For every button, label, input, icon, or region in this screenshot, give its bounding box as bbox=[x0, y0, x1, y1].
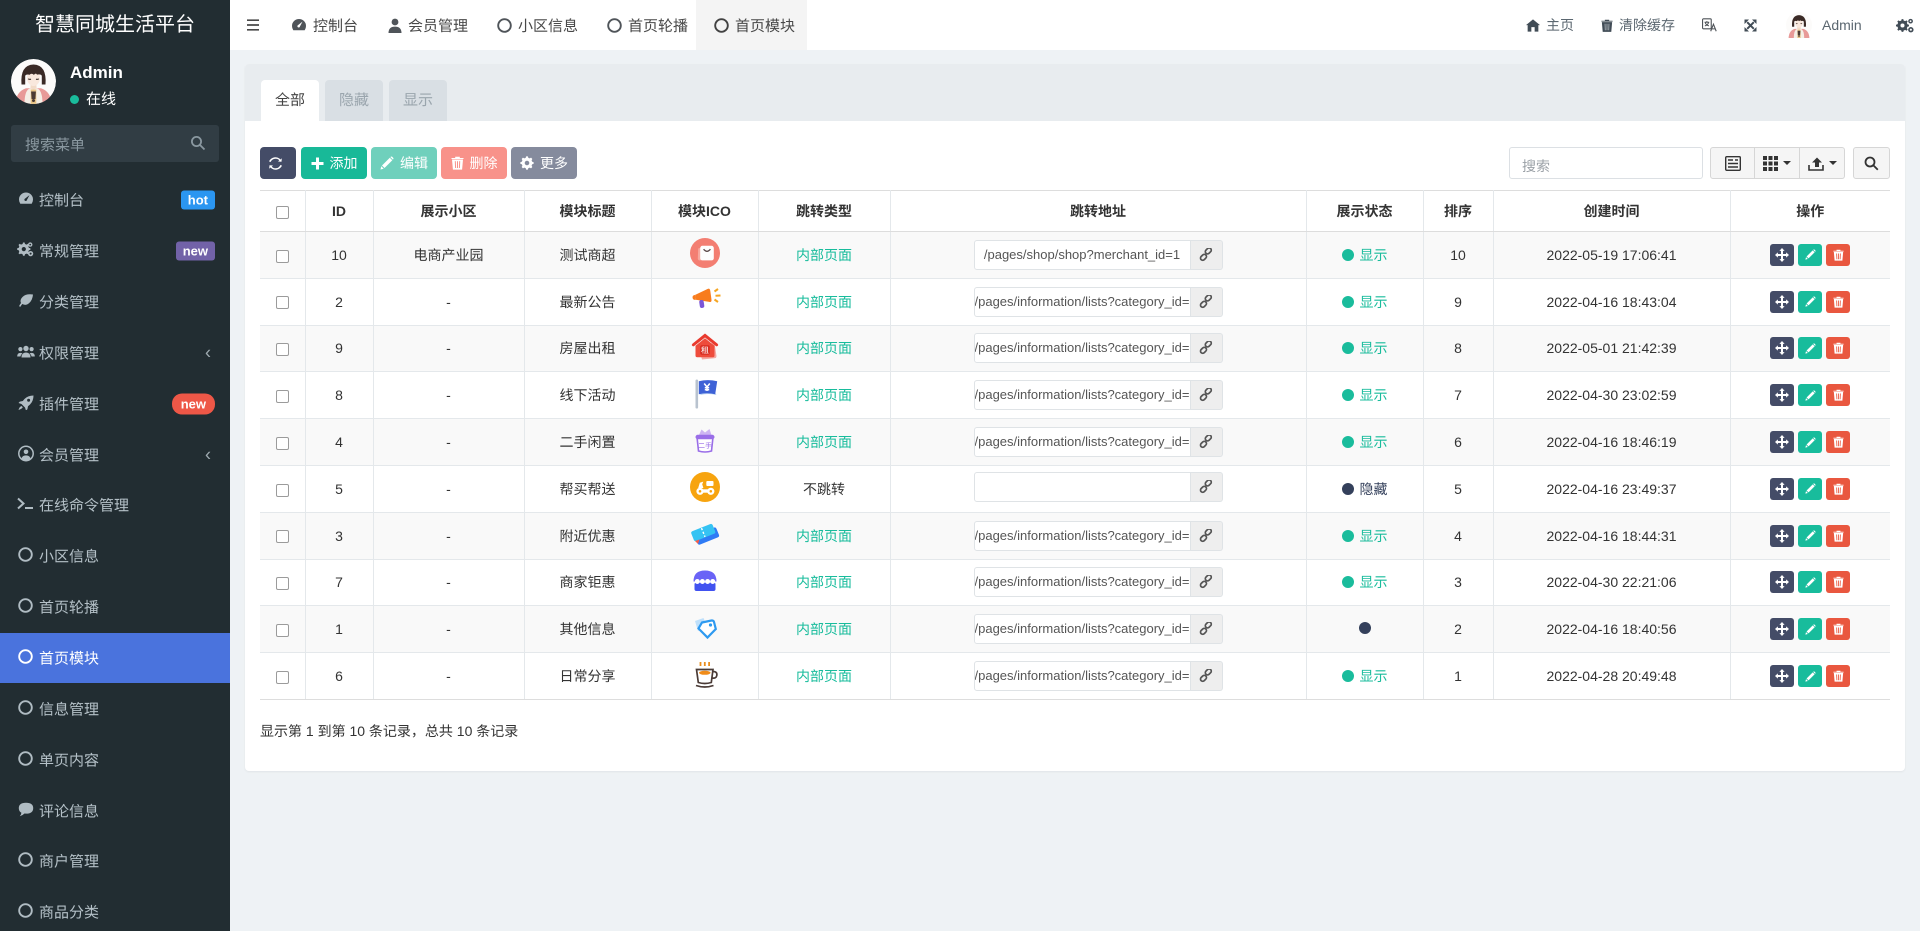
svg-text:租: 租 bbox=[701, 346, 709, 355]
svg-text:二手: 二手 bbox=[698, 442, 712, 450]
